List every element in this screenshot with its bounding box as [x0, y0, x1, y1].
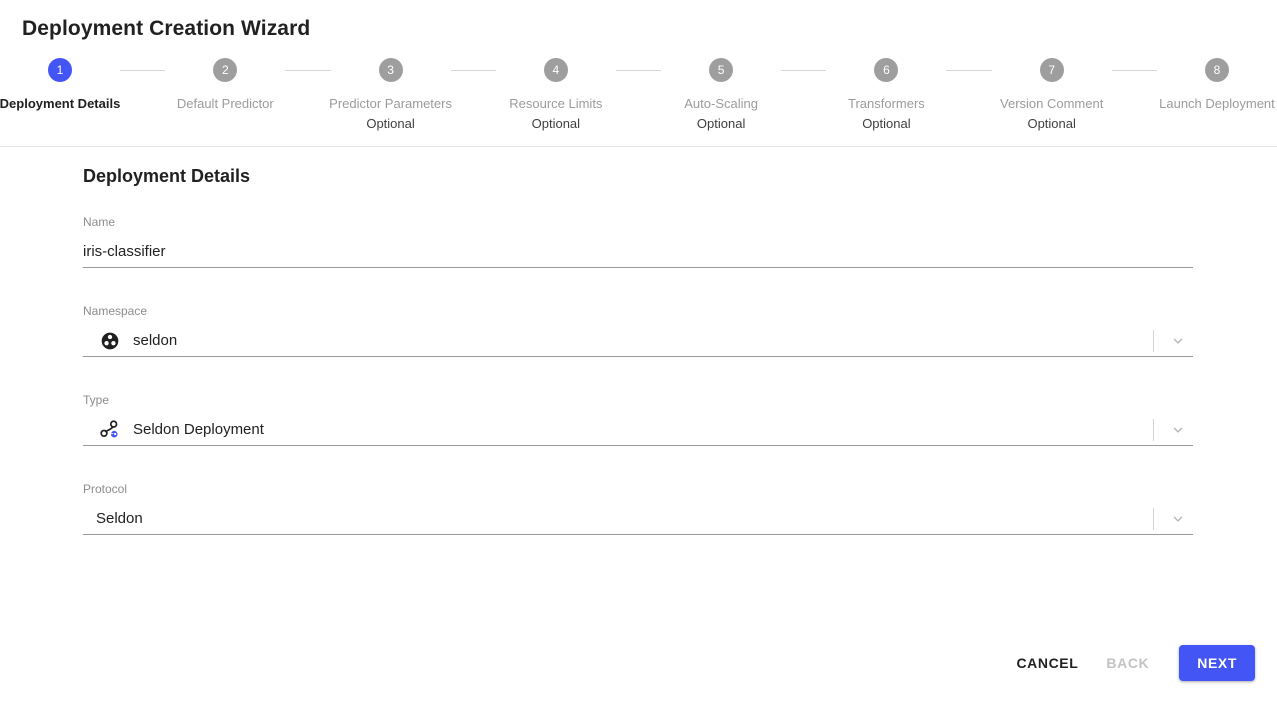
chevron-down-icon[interactable] — [1168, 420, 1188, 440]
step-optional-3: Optional — [366, 116, 415, 131]
step-number-badge-7: 7 — [1039, 58, 1064, 82]
type-select-value: Seldon Deployment — [133, 421, 264, 438]
field-namespace-label: Namespace — [83, 304, 148, 318]
step-optional-5: Optional — [696, 116, 746, 131]
type-select[interactable]: Seldon Deployment — [83, 415, 1193, 446]
step-label-1: Deployment Details — [0, 96, 121, 111]
stepper-step-6[interactable]: 6 Transformers Optional — [826, 58, 946, 134]
seldon-deployment-icon — [99, 419, 121, 441]
step-label-6: Transformers — [848, 96, 925, 111]
step-connector-5-6 — [781, 70, 827, 71]
wizard-footer: CANCEL BACK NEXT — [1002, 645, 1255, 681]
stepper-step-8[interactable]: 8 Launch Deployment — [1157, 58, 1277, 114]
field-type: Type Seldon Deployment — [83, 393, 1193, 446]
page-title: Deployment Creation Wizard — [22, 17, 311, 40]
step-connector-1-2 — [120, 70, 166, 71]
namespace-select-separator — [1153, 330, 1154, 352]
chevron-down-icon[interactable] — [1168, 331, 1188, 351]
stepper-step-7[interactable]: 7 Version Comment Optional — [992, 58, 1112, 134]
protocol-select-affordance[interactable] — [1153, 506, 1193, 532]
step-label-3: Predictor Parameters — [329, 96, 452, 111]
step-number-badge-8: 8 — [1204, 58, 1229, 82]
namespace-select-value: seldon — [133, 332, 178, 349]
step-connector-4-5 — [615, 70, 662, 71]
step-connector-3-4 — [450, 70, 496, 71]
step-label-4: Resource Limits — [509, 96, 603, 111]
chevron-down-icon[interactable] — [1168, 509, 1188, 529]
stepper-divider — [0, 146, 1277, 147]
namespace-select-affordance[interactable] — [1153, 328, 1193, 354]
step-number-badge-4: 4 — [543, 58, 568, 82]
wizard-stepper: 1 Deployment Details 2 Default Predictor… — [0, 58, 1277, 146]
step-connector-7-8 — [1111, 70, 1157, 71]
step-connector-2-3 — [285, 70, 331, 71]
type-select-affordance[interactable] — [1153, 417, 1193, 443]
step-label-2: Default Predictor — [176, 96, 274, 111]
name-input-value: iris-classifier — [83, 243, 166, 260]
field-namespace: Namespace seldon — [83, 304, 1193, 357]
namespace-icon — [99, 330, 121, 352]
field-protocol: Protocol Seldon — [83, 482, 1193, 535]
protocol-select[interactable]: Seldon — [83, 504, 1193, 535]
name-input[interactable]: iris-classifier — [83, 237, 1193, 268]
stepper-step-2[interactable]: 2 Default Predictor — [165, 58, 285, 114]
field-name: Name iris-classifier — [83, 215, 1193, 268]
cancel-button[interactable]: CANCEL — [1002, 646, 1092, 680]
stepper-step-3[interactable]: 3 Predictor Parameters Optional — [329, 58, 452, 134]
step-number-badge-1: 1 — [48, 58, 72, 82]
form-section-heading: Deployment Details — [83, 166, 251, 186]
deployment-details-form: Deployment Details Name iris-classifier … — [83, 166, 1193, 571]
field-type-label: Type — [83, 393, 110, 407]
type-select-separator — [1153, 419, 1154, 441]
step-label-8: Launch Deployment — [1159, 96, 1275, 111]
step-optional-4: Optional — [531, 116, 581, 131]
step-label-7: Version Comment — [1000, 96, 1104, 111]
stepper-step-4[interactable]: 4 Resource Limits Optional — [496, 58, 616, 134]
step-optional-7: Optional — [1027, 116, 1076, 131]
step-number-badge-6: 6 — [874, 58, 899, 82]
next-button[interactable]: NEXT — [1179, 645, 1255, 681]
protocol-select-separator — [1153, 508, 1154, 530]
step-optional-6: Optional — [862, 116, 911, 131]
stepper-step-1[interactable]: 1 Deployment Details — [0, 58, 120, 114]
namespace-select[interactable]: seldon — [83, 326, 1193, 357]
step-label-5: Auto-Scaling — [684, 96, 758, 111]
step-number-badge-5: 5 — [709, 58, 734, 82]
stepper-step-5[interactable]: 5 Auto-Scaling Optional — [661, 58, 781, 134]
protocol-select-value: Seldon — [96, 510, 143, 527]
back-button: BACK — [1092, 646, 1163, 680]
step-number-badge-2: 2 — [213, 58, 238, 82]
field-protocol-label: Protocol — [83, 482, 128, 496]
field-name-label: Name — [83, 215, 116, 229]
step-number-badge-3: 3 — [378, 58, 403, 82]
stepper-row: 1 Deployment Details 2 Default Predictor… — [0, 58, 1277, 134]
step-connector-6-7 — [946, 70, 992, 71]
